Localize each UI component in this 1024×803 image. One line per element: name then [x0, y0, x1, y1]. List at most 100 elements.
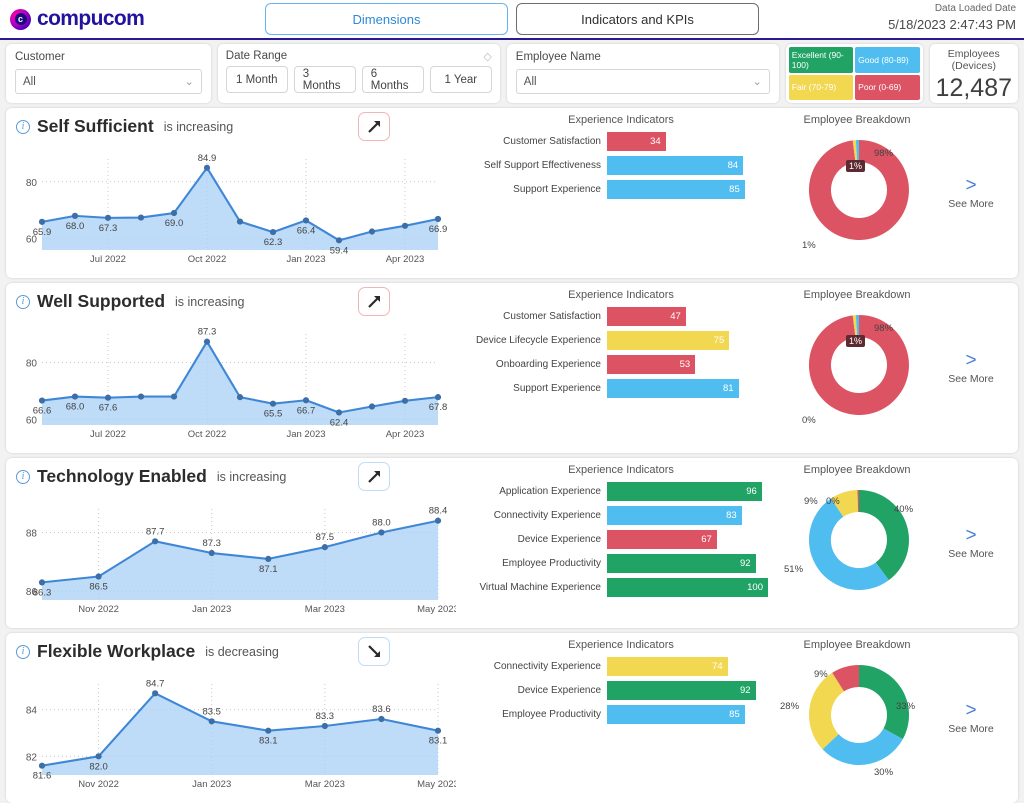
svg-text:87.3: 87.3 [202, 538, 221, 549]
info-icon[interactable]: i [16, 644, 30, 659]
svg-text:69.0: 69.0 [165, 218, 184, 229]
panel-header: i Flexible Workplace is decreasing [16, 637, 462, 666]
svg-text:Jul 2022: Jul 2022 [90, 254, 126, 265]
svg-text:May 2023: May 2023 [417, 779, 456, 790]
donut-chart[interactable]: 98% 0% 1% [774, 307, 944, 437]
svg-text:66.7: 66.7 [297, 405, 316, 416]
info-icon[interactable]: i [16, 294, 30, 309]
indicator-bar-track: 81 [607, 379, 768, 398]
trend-column: i Self Sufficient is increasing 60 80 Jul 202… [6, 108, 472, 278]
indicator-label: Support Experience [513, 383, 601, 394]
tab-indicators-kpis[interactable]: Indicators and KPIs [516, 3, 759, 35]
customer-select[interactable]: All ⌄ [15, 69, 202, 94]
indicator-bar-fill[interactable]: 34 [607, 132, 666, 151]
date-range-options: 1 Month 3 Months 6 Months 1 Year [225, 66, 492, 93]
indicator-label: Customer Satisfaction [503, 136, 601, 147]
indicator-bar-track: 83 [607, 506, 768, 525]
indicator-bar-track: 96 [607, 482, 768, 501]
svg-text:Jul 2022: Jul 2022 [90, 429, 126, 440]
svg-text:86.5: 86.5 [89, 582, 108, 593]
legend-tile-2[interactable]: Fair (70-79) [788, 74, 854, 100]
date-range-1-year[interactable]: 1 Year [429, 66, 492, 93]
date-range-6-months[interactable]: 6 Months [361, 66, 424, 93]
panel-header: i Self Sufficient is increasing [16, 112, 462, 141]
chevron-right-icon: > [965, 350, 977, 371]
indicator-bar-fill[interactable]: 92 [607, 554, 756, 573]
svg-text:83.3: 83.3 [316, 711, 335, 722]
indicator-value: 92 [740, 685, 751, 696]
indicator-bar-fill[interactable]: 83 [607, 506, 742, 525]
info-icon[interactable]: i [16, 119, 30, 134]
see-more-button[interactable]: > See More [942, 283, 1000, 453]
trend-up-icon[interactable] [358, 462, 390, 491]
svg-text:87.1: 87.1 [259, 564, 278, 575]
date-range-1-month[interactable]: 1 Month [225, 66, 288, 93]
donut-chart[interactable]: 40% 51% 9% 0% [774, 482, 944, 612]
data-loaded-date: Data Loaded Date 5/18/2023 2:47:43 PM [888, 2, 1016, 33]
svg-text:60: 60 [26, 415, 38, 426]
see-more-label: See More [948, 198, 994, 210]
legend-tile-1[interactable]: Good (80-89) [855, 47, 920, 73]
svg-text:84: 84 [26, 706, 38, 717]
donut-slice-label: 9% [814, 669, 828, 680]
indicator-row: Application Experience 96 [474, 482, 768, 501]
employees-devices-kpi: Employees (Devices) 12,487 [929, 44, 1019, 103]
info-icon[interactable]: i [16, 469, 30, 484]
indicator-bar-fill[interactable]: 100 [607, 578, 768, 597]
data-loaded-value: 5/18/2023 2:47:43 PM [888, 16, 1016, 32]
svg-text:Mar 2023: Mar 2023 [305, 604, 345, 615]
see-more-button[interactable]: > See More [942, 633, 1000, 803]
customer-filter: Customer All ⌄ [6, 44, 211, 103]
tab-dimensions[interactable]: Dimensions [265, 3, 508, 35]
donut-chart[interactable]: 33% 30% 28% 9% [774, 657, 944, 787]
indicator-bar-fill[interactable]: 92 [607, 681, 756, 700]
donut-slice-label: 1% [846, 335, 866, 347]
panel-trend-text: is decreasing [205, 644, 279, 659]
indicator-label: Device Experience [517, 685, 601, 696]
date-range-3-months[interactable]: 3 Months [293, 66, 356, 93]
legend-tile-3[interactable]: Poor (0-69) [855, 74, 920, 100]
indicator-bar-fill[interactable]: 85 [607, 180, 745, 199]
trend-column: i Well Supported is increasing 60 80 Jul 2022… [6, 283, 472, 453]
indicator-bar-fill[interactable]: 67 [607, 530, 717, 549]
indicator-value: 47 [670, 311, 681, 322]
eraser-icon[interactable]: ◇ [483, 50, 491, 63]
date-range-filter: Date Range ◇ 1 Month 3 Months 6 Months 1… [217, 44, 500, 103]
indicator-label: Application Experience [499, 486, 601, 497]
indicator-bar-fill[interactable]: 84 [607, 156, 744, 175]
indicator-bar-fill[interactable]: 75 [607, 331, 730, 350]
indicator-bar-fill[interactable]: 47 [607, 307, 686, 326]
trend-up-icon[interactable] [358, 287, 390, 316]
svg-text:Oct 2022: Oct 2022 [188, 429, 227, 440]
svg-text:Apr 2023: Apr 2023 [386, 254, 425, 265]
indicator-bars: Connectivity Experience 74 Device Experien… [474, 657, 768, 729]
employee-name-select[interactable]: All ⌄ [515, 69, 770, 94]
indicator-bar-fill[interactable]: 96 [607, 482, 762, 501]
indicator-value: 75 [713, 335, 725, 346]
donut-chart[interactable]: 98% 1% 1% [774, 132, 944, 262]
indicator-bar-fill[interactable]: 85 [607, 705, 745, 724]
logo-text: compucom [37, 7, 145, 30]
legend-tile-0[interactable]: Excellent (90-100) [788, 47, 854, 73]
indicator-bar-fill[interactable]: 53 [607, 355, 696, 374]
employee-breakdown-title: Employee Breakdown [803, 639, 911, 651]
see-more-button[interactable]: > See More [942, 458, 1000, 628]
svg-text:67.8: 67.8 [429, 402, 448, 413]
donut-slice-label: 30% [874, 767, 894, 778]
see-more-button[interactable]: > See More [942, 108, 1000, 278]
indicator-value: 81 [722, 383, 734, 394]
employee-name-label: Employee Name [515, 51, 601, 63]
filter-bar: Customer All ⌄ Date Range ◇ 1 Month 3 Mo… [0, 40, 1024, 103]
indicator-row: Employee Productivity 92 [474, 554, 768, 573]
svg-text:59.4: 59.4 [330, 245, 349, 256]
trend-up-icon[interactable] [358, 112, 390, 141]
indicator-label: Virtual Machine Experience [479, 582, 601, 593]
svg-text:Jan 2023: Jan 2023 [192, 604, 231, 615]
svg-text:88: 88 [26, 528, 38, 539]
indicator-bar-fill[interactable]: 74 [607, 657, 728, 676]
trend-down-icon[interactable] [358, 637, 390, 666]
indicator-bar-fill[interactable]: 81 [607, 379, 739, 398]
indicator-value: 34 [650, 136, 661, 147]
indicator-label: Connectivity Experience [493, 661, 601, 672]
panel-header: i Well Supported is increasing [16, 287, 462, 316]
